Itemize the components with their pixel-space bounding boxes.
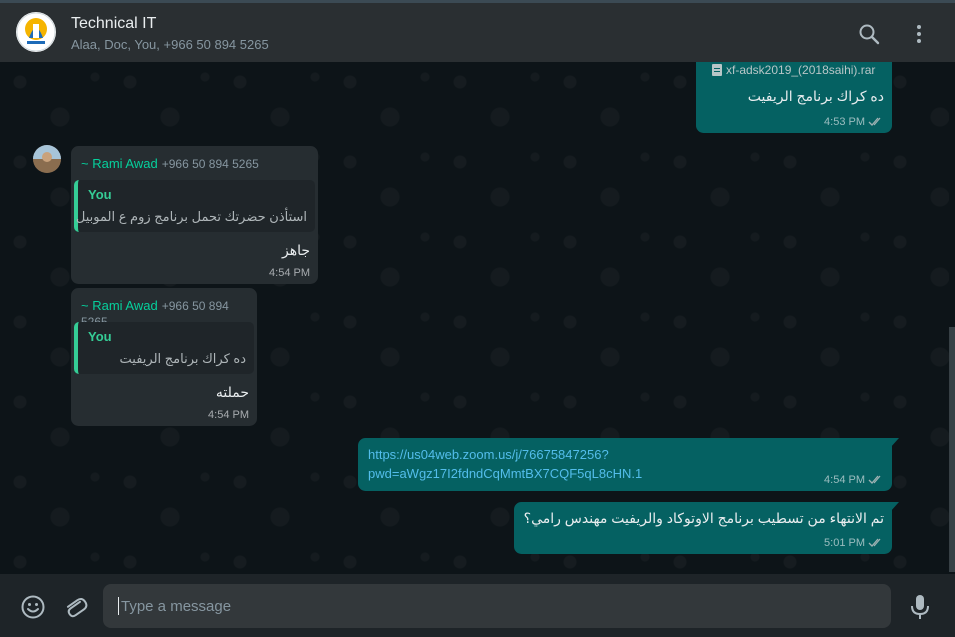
- chat-panel[interactable]: xf-adsk2019_(2018saihi).rar ده كراك برنا…: [0, 62, 949, 574]
- group-avatar[interactable]: [16, 12, 56, 52]
- group-title[interactable]: Technical IT: [71, 15, 156, 33]
- message-link[interactable]: https://us04web.zoom.us/j/76675847256? p…: [368, 445, 642, 483]
- message-meta: 4:54 PM: [208, 409, 249, 421]
- message-input[interactable]: [103, 584, 891, 628]
- quoted-message[interactable]: You ده كراك برنامج الريفيت: [74, 322, 254, 374]
- message-time: 4:54 PM: [208, 409, 249, 421]
- message-text: حملته: [215, 384, 249, 400]
- double-check-icon: [868, 475, 881, 484]
- message-text: جاهز: [281, 242, 310, 258]
- double-check-icon: [868, 538, 881, 547]
- paperclip-icon[interactable]: [62, 594, 88, 620]
- message-input-box[interactable]: [103, 584, 891, 628]
- message-outgoing[interactable]: xf-adsk2019_(2018saihi).rar ده كراك برنا…: [696, 62, 892, 133]
- group-participants[interactable]: Alaa, Doc, You, +966 50 894 5265: [71, 37, 269, 52]
- message-time: 5:01 PM: [824, 537, 865, 549]
- sender-phone: +966 50 894 5265: [161, 157, 259, 171]
- message-meta: 4:54 PM: [269, 267, 310, 279]
- message-meta: 5:01 PM: [824, 537, 884, 549]
- kebab-menu-icon[interactable]: [907, 22, 931, 46]
- message-incoming[interactable]: ~ Rami Awad+966 50 894 5265 You ده كراك …: [71, 288, 257, 426]
- message-incoming[interactable]: ~ Rami Awad +966 50 894 5265 You استأذن ح…: [71, 146, 318, 284]
- sender-avatar[interactable]: [33, 145, 61, 173]
- quote-text: استأذن حضرتك تحمل برنامج زوم ع الموبيل: [75, 209, 307, 224]
- link-line[interactable]: pwd=aWgz17I2fdndCqMmtBX7CQF5qL8cHN.1: [368, 464, 642, 483]
- microphone-icon[interactable]: [908, 593, 932, 621]
- file-attachment[interactable]: xf-adsk2019_(2018saihi).rar: [712, 63, 875, 77]
- document-icon: [712, 64, 722, 76]
- link-line[interactable]: https://us04web.zoom.us/j/76675847256?: [368, 445, 642, 464]
- message-time: 4:54 PM: [824, 474, 865, 486]
- file-name: xf-adsk2019_(2018saihi).rar: [726, 63, 876, 77]
- scrollbar-thumb[interactable]: [949, 327, 955, 572]
- double-check-icon: [868, 117, 881, 126]
- message-time: 4:53 PM: [824, 116, 865, 128]
- sender-line: ~ Rami Awad+966 50 894 5265: [81, 155, 259, 171]
- quoted-message[interactable]: You استأذن حضرتك تحمل برنامج زوم ع الموب…: [74, 180, 315, 232]
- sender-name[interactable]: ~ Rami Awad: [81, 298, 158, 313]
- message-meta: 4:53 PM: [824, 116, 884, 128]
- chat-scrollbar[interactable]: [949, 62, 955, 574]
- message-text: ده كراك برنامج الريفيت: [747, 88, 884, 104]
- message-outgoing[interactable]: https://us04web.zoom.us/j/76675847256? p…: [358, 438, 892, 491]
- text-caret: [118, 597, 119, 615]
- chat-header[interactable]: Technical IT Alaa, Doc, You, +966 50 894…: [0, 3, 955, 62]
- message-text: تم الانتهاء من تسطيب برنامج الاوتوكاد وا…: [523, 510, 884, 526]
- whatsapp-window: Technical IT Alaa, Doc, You, +966 50 894…: [0, 0, 955, 637]
- message-meta: 4:54 PM: [824, 474, 884, 486]
- quote-text: ده كراك برنامج الريفيت: [119, 351, 246, 366]
- search-icon[interactable]: [857, 22, 881, 46]
- message-outgoing[interactable]: تم الانتهاء من تسطيب برنامج الاوتوكاد وا…: [514, 502, 892, 554]
- bubble-tail: [890, 502, 899, 512]
- quote-author: You: [88, 329, 112, 344]
- quote-author: You: [88, 187, 112, 202]
- message-time: 4:54 PM: [269, 267, 310, 279]
- emoji-icon[interactable]: [20, 594, 46, 620]
- bubble-tail: [890, 438, 899, 448]
- message-composer: [0, 574, 955, 637]
- sender-name[interactable]: ~ Rami Awad: [81, 156, 158, 171]
